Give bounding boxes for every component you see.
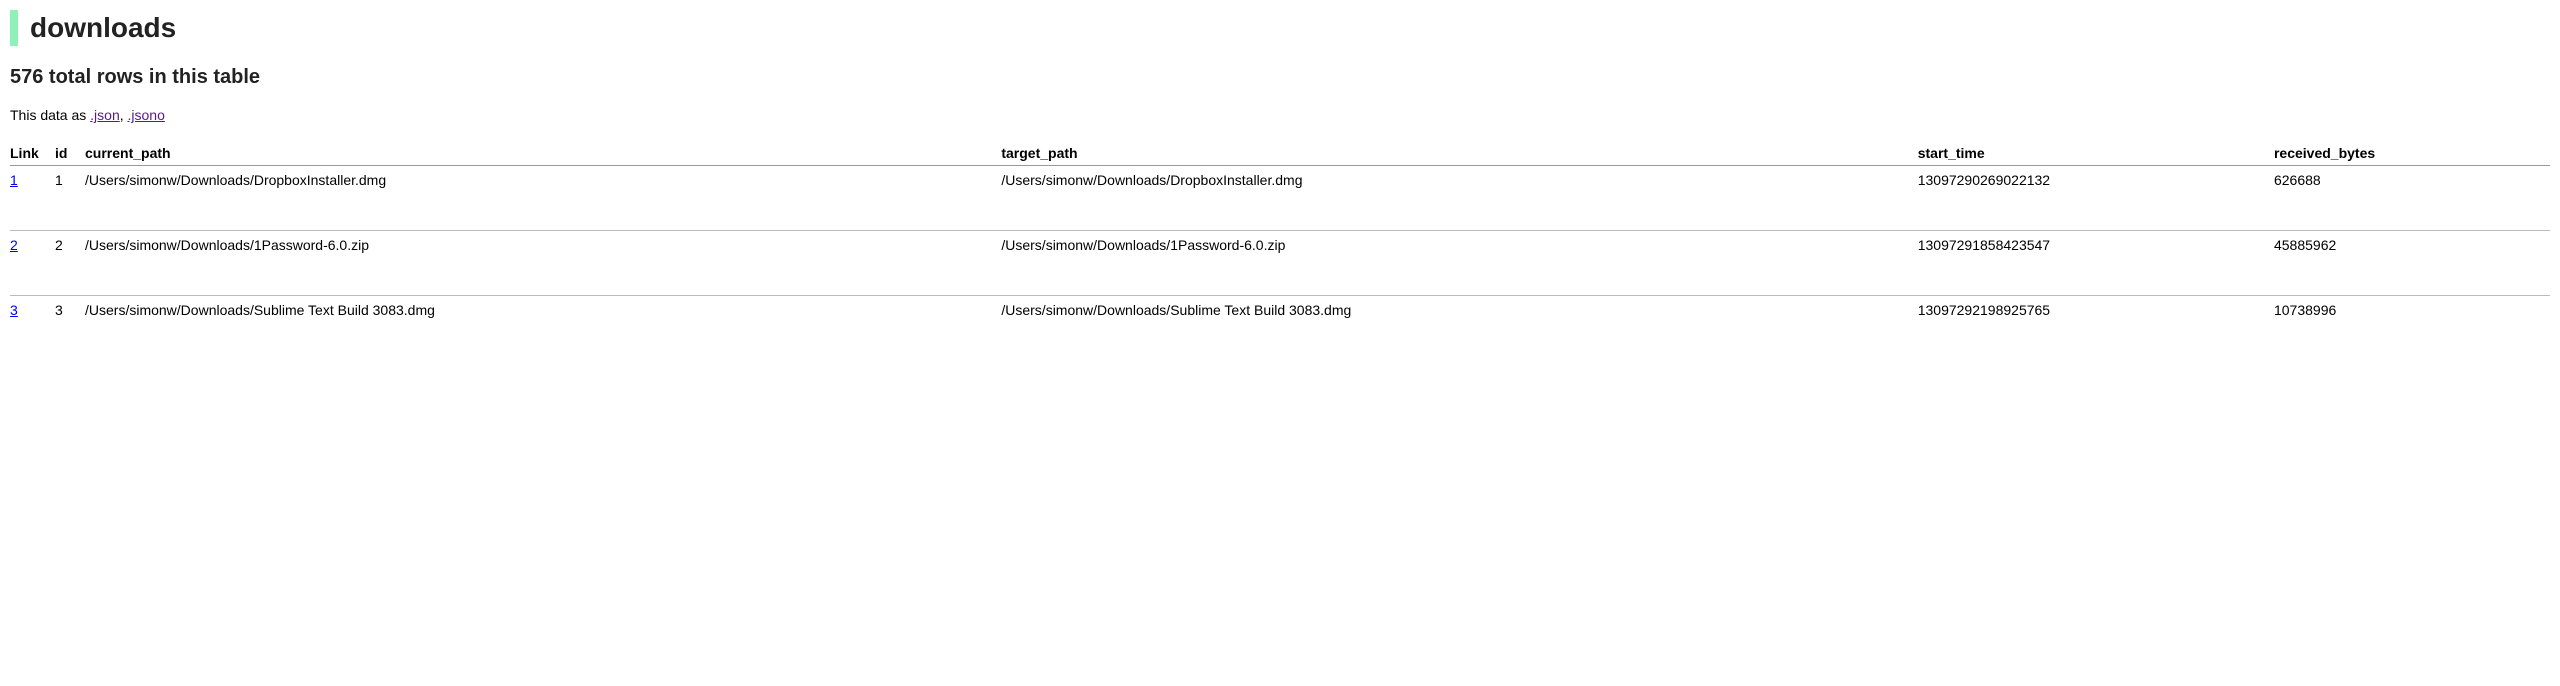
col-header-received-bytes[interactable]: received_bytes (2274, 141, 2550, 166)
row-link[interactable]: 3 (10, 302, 18, 318)
cell-start-time: 13097290269022132 (1918, 166, 2274, 231)
export-json-link[interactable]: .json (90, 107, 120, 123)
cell-link: 1 (10, 166, 55, 231)
table-row: 1 1 /Users/simonw/Downloads/DropboxInsta… (10, 166, 2550, 231)
cell-received-bytes: 10738996 (2274, 296, 2550, 361)
cell-id: 1 (55, 166, 85, 231)
export-prefix: This data as (10, 107, 90, 123)
cell-current-path: /Users/simonw/Downloads/Sublime Text Bui… (85, 296, 1001, 361)
cell-link: 2 (10, 231, 55, 296)
cell-id: 2 (55, 231, 85, 296)
col-header-link[interactable]: Link (10, 141, 55, 166)
cell-link: 3 (10, 296, 55, 361)
cell-received-bytes: 626688 (2274, 166, 2550, 231)
col-header-id[interactable]: id (55, 141, 85, 166)
table-row: 3 3 /Users/simonw/Downloads/Sublime Text… (10, 296, 2550, 361)
row-link[interactable]: 2 (10, 237, 18, 253)
cell-start-time: 13097292198925765 (1918, 296, 2274, 361)
table-row: 2 2 /Users/simonw/Downloads/1Password-6.… (10, 231, 2550, 296)
row-count-summary: 576 total rows in this table (10, 66, 2550, 89)
row-link[interactable]: 1 (10, 172, 18, 188)
col-header-target-path[interactable]: target_path (1001, 141, 1917, 166)
cell-current-path: /Users/simonw/Downloads/1Password-6.0.zi… (85, 231, 1001, 296)
col-header-current-path[interactable]: current_path (85, 141, 1001, 166)
table-header-row: Link id current_path target_path start_t… (10, 141, 2550, 166)
cell-target-path: /Users/simonw/Downloads/DropboxInstaller… (1001, 166, 1917, 231)
page-title: downloads (10, 10, 2550, 46)
cell-id: 3 (55, 296, 85, 361)
export-line: This data as .json, .jsono (10, 107, 2550, 123)
export-jsono-link[interactable]: .jsono (128, 107, 165, 123)
cell-start-time: 13097291858423547 (1918, 231, 2274, 296)
cell-target-path: /Users/simonw/Downloads/Sublime Text Bui… (1001, 296, 1917, 361)
cell-target-path: /Users/simonw/Downloads/1Password-6.0.zi… (1001, 231, 1917, 296)
col-header-start-time[interactable]: start_time (1918, 141, 2274, 166)
cell-current-path: /Users/simonw/Downloads/DropboxInstaller… (85, 166, 1001, 231)
cell-received-bytes: 45885962 (2274, 231, 2550, 296)
data-table: Link id current_path target_path start_t… (10, 141, 2550, 361)
export-sep: , (120, 107, 128, 123)
